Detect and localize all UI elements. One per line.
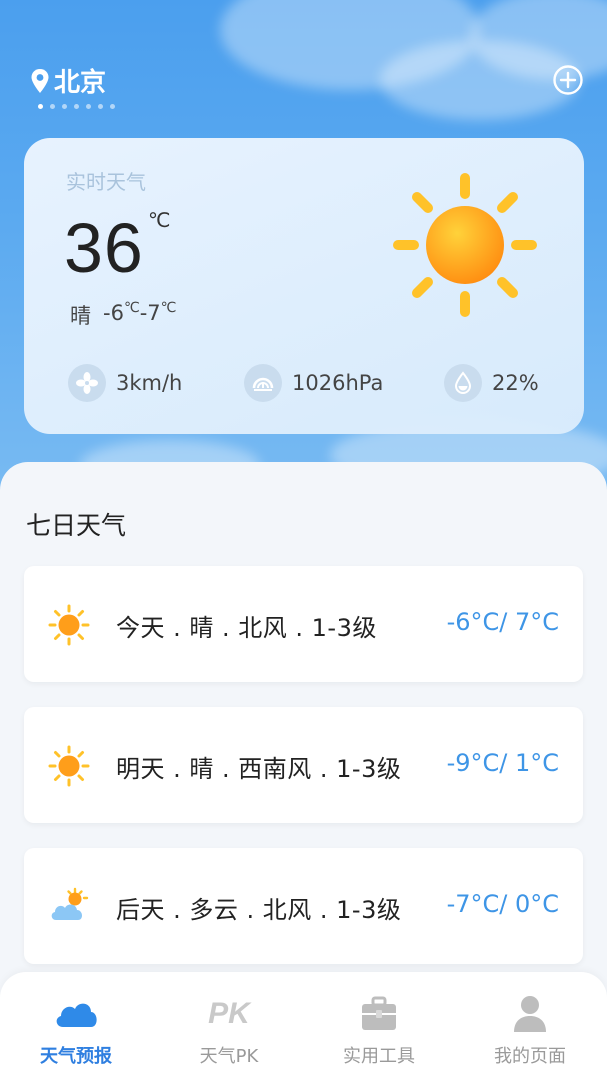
weather-stats: 3km/h 1026hPa 22% bbox=[68, 364, 568, 404]
condition-text: 晴 bbox=[70, 304, 91, 328]
temperature-unit: ℃ bbox=[148, 208, 171, 232]
add-city-button[interactable] bbox=[552, 64, 584, 96]
page-dot-active bbox=[38, 104, 43, 109]
forecast-day-after-tomorrow[interactable]: 后天 . 多云 . 北风 . 1-3级 -7°C/ 0°C bbox=[24, 848, 583, 964]
page-dot bbox=[86, 104, 91, 109]
tab-weather-pk[interactable]: PK 天气PK bbox=[169, 994, 289, 1068]
water-drop-icon bbox=[444, 364, 482, 402]
tab-label: 天气预报 bbox=[40, 1046, 112, 1067]
page-dot bbox=[62, 104, 67, 109]
current-weather-card: 实时天气 36 ℃ 晴 -6℃-7℃ 3km/h 1026hPa 22% bbox=[24, 138, 584, 434]
forecast-temperature: -7°C/ 0°C bbox=[446, 890, 559, 918]
pressure-stat: 1026hPa bbox=[244, 364, 383, 402]
temperature-range: -6℃-7℃ bbox=[103, 300, 177, 325]
current-weather-title: 实时天气 bbox=[66, 170, 146, 194]
tab-label: 我的页面 bbox=[494, 1046, 566, 1067]
toolbox-icon bbox=[362, 996, 396, 1030]
sun-icon bbox=[48, 745, 90, 787]
humidity-value: 22% bbox=[492, 371, 539, 395]
page-dot bbox=[98, 104, 103, 109]
forecast-day-tomorrow[interactable]: 明天 . 晴 . 西南风 . 1-3级 -9°C/ 1°C bbox=[24, 707, 583, 823]
forecast-temperature: -6°C/ 7°C bbox=[446, 608, 559, 636]
forecast-temperature: -9°C/ 1°C bbox=[446, 749, 559, 777]
location-header[interactable]: 北京 bbox=[30, 62, 106, 99]
wind-value: 3km/h bbox=[116, 371, 183, 395]
page-dot bbox=[50, 104, 55, 109]
forecast-description: 后天 . 多云 . 北风 . 1-3级 bbox=[116, 896, 402, 924]
sun-icon bbox=[393, 173, 537, 317]
forecast-title: 七日天气 bbox=[26, 511, 127, 540]
user-icon bbox=[514, 996, 546, 1032]
sun-icon bbox=[48, 604, 90, 646]
fan-icon bbox=[68, 364, 106, 402]
forecast-description: 明天 . 晴 . 西南风 . 1-3级 bbox=[116, 755, 402, 783]
tab-my-page[interactable]: 我的页面 bbox=[470, 994, 590, 1068]
gauge-icon bbox=[244, 364, 282, 402]
forecast-description: 今天 . 晴 . 北风 . 1-3级 bbox=[116, 614, 377, 642]
bottom-tab-bar: 天气预报 PK 天气PK 实用工具 我的页面 bbox=[0, 972, 607, 1080]
city-name: 北京 bbox=[54, 68, 107, 98]
location-pin-icon bbox=[31, 68, 49, 93]
tab-label: 实用工具 bbox=[343, 1046, 415, 1067]
page-dot bbox=[110, 104, 115, 109]
current-temperature: 36 bbox=[64, 209, 144, 287]
page-dot bbox=[74, 104, 79, 109]
cloudy-icon bbox=[51, 887, 89, 920]
cloud-icon bbox=[56, 1003, 97, 1027]
tab-label: 天气PK bbox=[199, 1046, 259, 1067]
pk-icon: PK bbox=[208, 997, 250, 1030]
forecast-day-today[interactable]: 今天 . 晴 . 北风 . 1-3级 -6°C/ 7°C bbox=[24, 566, 583, 682]
tab-weather-forecast[interactable]: 天气预报 bbox=[16, 994, 136, 1068]
pressure-value: 1026hPa bbox=[292, 371, 384, 395]
tab-tools[interactable]: 实用工具 bbox=[319, 994, 439, 1068]
wind-stat: 3km/h bbox=[68, 364, 182, 402]
condition-range: 晴 -6℃-7℃ bbox=[70, 300, 176, 330]
page-indicator bbox=[38, 104, 115, 109]
humidity-stat: 22% bbox=[444, 364, 539, 402]
